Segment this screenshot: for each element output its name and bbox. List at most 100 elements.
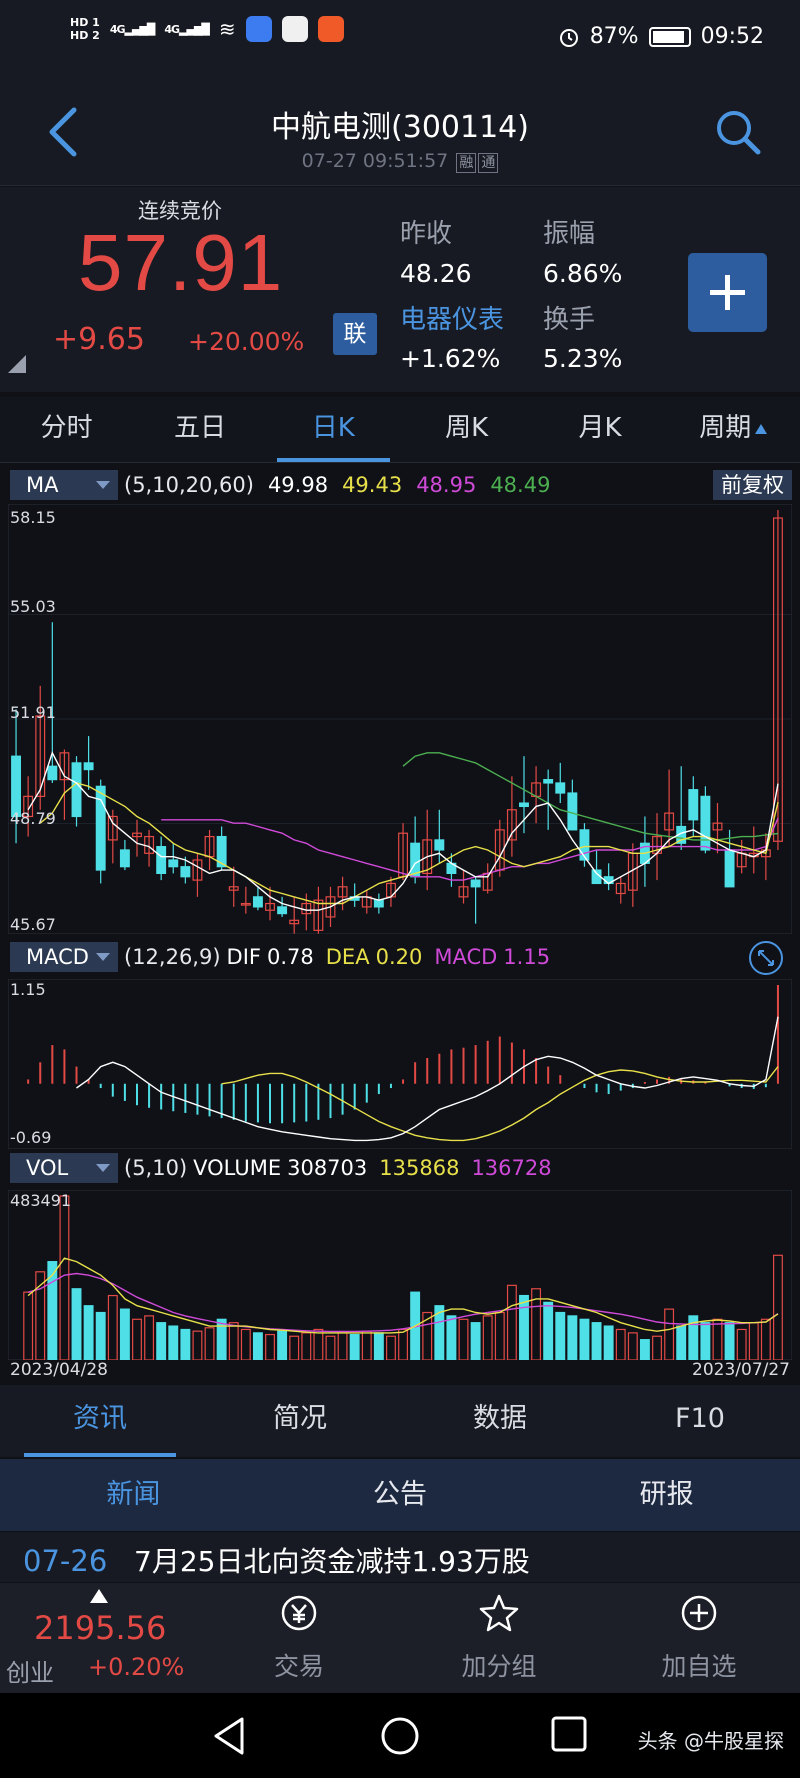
page-title: 中航电测(300114)	[271, 110, 529, 145]
tab-news-info[interactable]: 资讯	[0, 1385, 200, 1457]
tab-f10[interactable]: F10	[600, 1385, 800, 1457]
volume-bar	[23, 1291, 34, 1360]
adjust-mode-button[interactable]: 前复权	[713, 470, 792, 500]
tab-intraday[interactable]: 分时	[0, 397, 133, 462]
volume-bar	[301, 1332, 312, 1360]
sector-label[interactable]: 电器仪表	[400, 299, 504, 336]
corner-triangle-icon	[8, 355, 26, 373]
timestamp-text: 07-27 09:51:57	[301, 150, 449, 172]
tab-profile[interactable]: 简况	[200, 1385, 400, 1457]
tab-period-menu[interactable]: 周期	[667, 397, 800, 462]
tab-monthly-k[interactable]: 月K	[533, 397, 666, 462]
candlestick-plot[interactable]	[8, 504, 792, 934]
nav-back-icon[interactable]	[210, 1715, 250, 1757]
dif-label: DIF	[226, 945, 261, 969]
wifi-icon: ≋	[218, 17, 236, 41]
huawei-app-icon	[281, 16, 308, 42]
index-name: 创业	[6, 1659, 54, 1687]
index-value[interactable]: 2195.56	[34, 1609, 166, 1647]
macd-selector-button[interactable]: MACD	[10, 942, 118, 972]
volume-bar	[615, 1328, 626, 1360]
macd-plot[interactable]	[8, 979, 792, 1149]
nav-home-icon[interactable]	[379, 1715, 421, 1757]
dea-value: 0.20	[375, 945, 423, 969]
battery-icon	[648, 26, 691, 47]
candle-body	[434, 839, 445, 851]
price-axis-label: 55.03	[10, 597, 56, 616]
turnover-label: 换手	[543, 305, 596, 335]
add-group-button[interactable]: 加分组	[434, 1593, 564, 1683]
volume-bar	[119, 1308, 130, 1360]
candle-body	[252, 896, 263, 908]
ma-indicator-row: MA (5,10,20,60) 49.98 49.43 48.95 48.49 …	[0, 468, 800, 502]
volume-bar	[398, 1328, 409, 1360]
news-date: 07-26	[23, 1544, 108, 1578]
volume-bar	[265, 1333, 275, 1360]
volume-bar	[337, 1332, 348, 1360]
volume-bar	[543, 1301, 554, 1360]
search-icon[interactable]	[712, 106, 764, 158]
volume-value: 308703	[287, 1156, 368, 1180]
volume-plot[interactable]	[8, 1190, 792, 1360]
add-button[interactable]	[688, 253, 767, 332]
candle-body	[567, 792, 578, 831]
nav-recents-icon[interactable]	[550, 1715, 588, 1753]
app-icon	[317, 16, 344, 42]
index-change: +0.20%	[88, 1653, 185, 1681]
yen-icon	[281, 1595, 317, 1631]
vol-indicator-row: VOL (5,10) VOLUME 308703 135868 136728	[0, 1151, 800, 1185]
volume-bar	[313, 1328, 324, 1360]
tab-daily-k[interactable]: 日K	[267, 397, 400, 462]
stock-header: 中航电测(300114) 07-27 09:51:57 融通	[0, 78, 800, 186]
ma60-value: 48.49	[490, 473, 551, 497]
dea-label: DEA	[325, 945, 370, 969]
start-date-label: 2023/04/28	[10, 1360, 108, 1380]
price-axis-label: 48.79	[10, 809, 56, 828]
signal2-icon: 4G▂▄▆█	[164, 22, 210, 36]
expand-up-icon[interactable]	[90, 1589, 108, 1603]
volume-bar	[144, 1315, 155, 1360]
volume-bar	[712, 1318, 723, 1360]
volume-bar	[361, 1330, 372, 1360]
subtab-announcements[interactable]: 公告	[267, 1459, 534, 1531]
candle-body	[277, 906, 288, 915]
fullscreen-icon[interactable]	[748, 940, 784, 976]
kline-chart: MA (5,10,20,60) 49.98 49.43 48.95 48.49 …	[0, 464, 800, 1384]
tab-data[interactable]: 数据	[400, 1385, 600, 1457]
candle-body	[168, 859, 179, 868]
candle-body	[373, 899, 384, 908]
news-item[interactable]: 07-26 7月25日北向资金减持1.93万股	[0, 1532, 800, 1582]
tab-five-day[interactable]: 五日	[133, 397, 266, 462]
add-watchlist-button[interactable]: 加自选	[634, 1593, 764, 1683]
vol-selector-button[interactable]: VOL	[10, 1153, 118, 1183]
candle-body	[543, 779, 554, 784]
ma-selector-button[interactable]: MA	[10, 470, 118, 500]
vol-axis-label: 483491	[10, 1191, 72, 1210]
volume-bar	[772, 1254, 783, 1360]
candle-body	[156, 846, 167, 875]
price-axis-label: 51.91	[10, 703, 56, 722]
ma20-value: 48.95	[416, 473, 477, 497]
system-nav-bar: 头条 @牛股星探	[0, 1693, 800, 1778]
macd-params: (12,26,9)	[124, 945, 221, 969]
volume-bar	[95, 1311, 106, 1360]
trade-button[interactable]: 交易	[234, 1593, 364, 1683]
connect-tag: 通	[478, 153, 499, 173]
macd-label: MACD	[434, 945, 498, 969]
price-axis-label: 45.67	[10, 915, 56, 934]
info-tabs: 资讯 简况 数据 F10	[0, 1385, 800, 1457]
signal1-label: 4G	[109, 22, 126, 36]
subtab-news[interactable]: 新闻	[0, 1459, 267, 1531]
subtab-research[interactable]: 研报	[533, 1459, 800, 1531]
volume-bar	[204, 1327, 215, 1360]
volume-bar	[494, 1311, 505, 1360]
volume-bar	[676, 1325, 687, 1360]
tab-weekly-k[interactable]: 周K	[400, 397, 533, 462]
macd-panel-frame	[8, 979, 792, 1149]
sector-change: +1.62%	[400, 344, 501, 373]
volume-bar	[652, 1335, 662, 1360]
lian-badge[interactable]: 联	[333, 313, 377, 355]
volume-label: VOLUME	[193, 1156, 282, 1180]
macd-indicator-row: MACD (12,26,9) DIF 0.78 DEA 0.20 MACD 1.…	[0, 940, 800, 974]
volume-bar	[664, 1308, 675, 1360]
